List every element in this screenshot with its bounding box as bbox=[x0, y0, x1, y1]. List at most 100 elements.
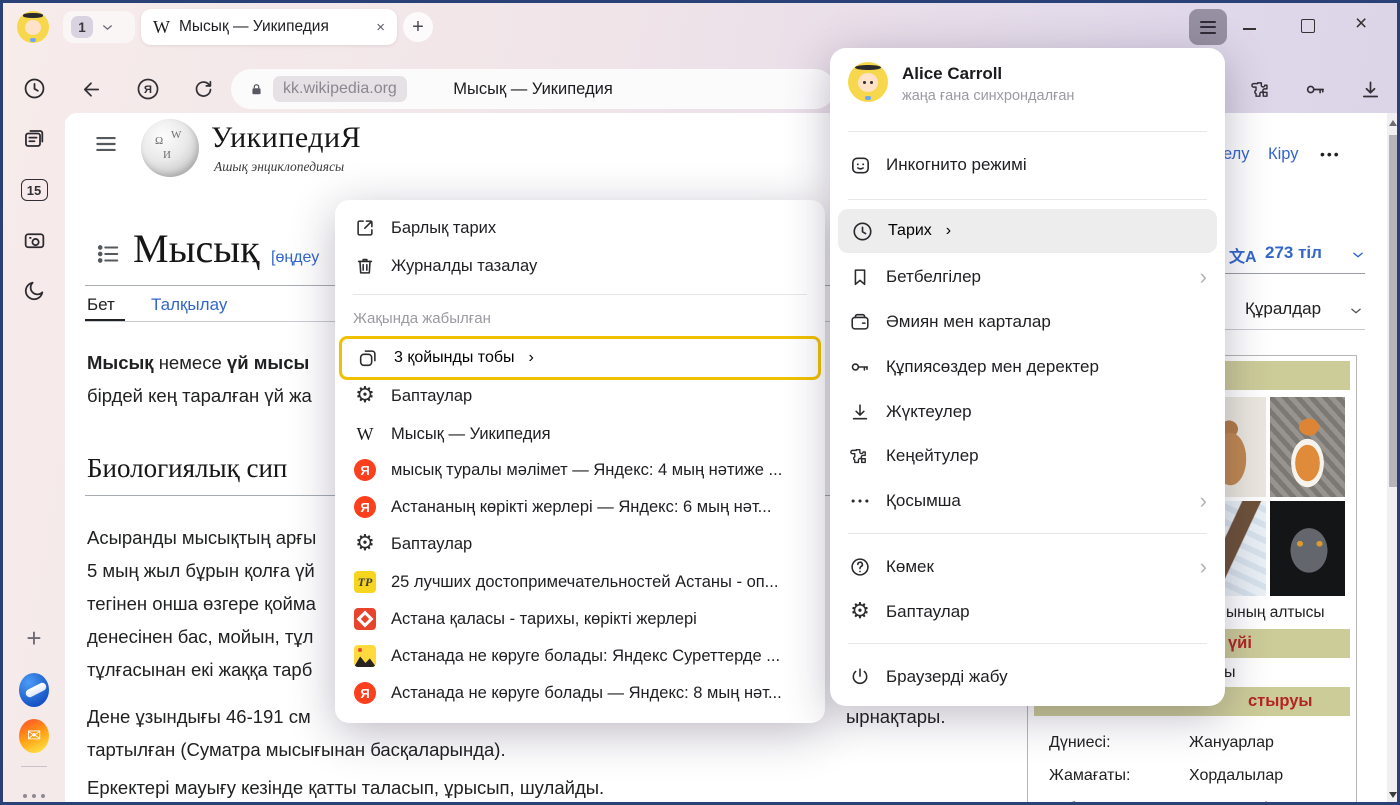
window-maximize-button[interactable] bbox=[1301, 19, 1315, 33]
yandex-search-icon: Я bbox=[353, 458, 377, 482]
history-item[interactable]: ТР 25 лучших достопримечательностей Аста… bbox=[335, 563, 825, 601]
new-tab-button[interactable]: + bbox=[403, 12, 433, 42]
wiki-menu-icon[interactable] bbox=[93, 131, 119, 162]
tools-dropdown[interactable]: Құралдар bbox=[1245, 299, 1321, 319]
extensions-icon[interactable] bbox=[1249, 77, 1273, 101]
infobox-row-value[interactable]: Сүткоректілер bbox=[1189, 800, 1295, 805]
history-item[interactable]: ⚙ Баптаулар bbox=[335, 525, 825, 563]
history-item[interactable]: W Мысық — Уикипедия bbox=[335, 415, 825, 453]
paragraph-line: 5 мың жыл бұрын қолға үй bbox=[87, 554, 315, 587]
address-bar[interactable]: kk.wikipedia.org Мысық — Уикипедия bbox=[231, 69, 835, 109]
calendar-15-icon[interactable]: 15 bbox=[19, 175, 49, 205]
tab-page[interactable]: Бет bbox=[87, 295, 115, 315]
tools-rule bbox=[1223, 329, 1365, 330]
chevron-down-icon[interactable] bbox=[1349, 304, 1363, 318]
browser-menu-button[interactable] bbox=[1189, 9, 1227, 45]
menu-item-clear-history[interactable]: Журналды тазалау bbox=[335, 247, 825, 285]
scrollbar-down-arrow[interactable] bbox=[1389, 792, 1397, 798]
wikipedia-w-icon: W bbox=[153, 17, 170, 38]
edit-link[interactable]: [өңдеу bbox=[271, 249, 319, 267]
menu-item-incognito[interactable]: Инкогнито режимі bbox=[830, 143, 1225, 187]
sidebar-more-dots[interactable] bbox=[19, 781, 49, 805]
trash-icon bbox=[353, 254, 377, 278]
tab-group-pill[interactable]: 1 bbox=[63, 11, 135, 43]
yandex-images-icon bbox=[353, 644, 377, 668]
wiki-logo-subtitle: Ашық энциклопедиясы bbox=[214, 159, 344, 175]
scrollbar-thumb[interactable] bbox=[1389, 135, 1399, 487]
menu-item-wallet[interactable]: Әмиян мен карталар bbox=[830, 300, 1225, 344]
profile-name[interactable]: Alice Carroll bbox=[902, 64, 1002, 84]
menu-item-close-browser[interactable]: Браузерді жабу bbox=[830, 655, 1225, 699]
gear-icon: ⚙ bbox=[848, 600, 872, 624]
menu-item-downloads[interactable]: Жүктеулер bbox=[830, 390, 1225, 434]
page-scrollbar[interactable] bbox=[1387, 113, 1400, 805]
gear-icon: ⚙ bbox=[353, 384, 377, 408]
reload-button[interactable] bbox=[191, 77, 215, 101]
tab-talk[interactable]: Талқылау bbox=[151, 295, 227, 315]
infobox-header-fragment: стыруы bbox=[1248, 692, 1312, 711]
help-icon bbox=[848, 555, 872, 579]
menu-divider bbox=[848, 643, 1207, 644]
downloads-icon bbox=[848, 400, 872, 424]
screenshot-camera-icon[interactable] bbox=[19, 225, 49, 255]
feed-notes-icon[interactable] bbox=[19, 123, 49, 153]
red-white-cat-photo bbox=[1270, 397, 1345, 497]
contents-list-icon[interactable] bbox=[95, 241, 121, 272]
paragraph-line: Асыранды мысықтың арғы bbox=[87, 521, 316, 554]
dark-mode-moon-icon[interactable] bbox=[19, 275, 49, 305]
wiki-login-link[interactable]: Кіру bbox=[1268, 145, 1299, 164]
sidebar-add-button[interactable]: + bbox=[19, 623, 49, 653]
language-icon[interactable]: 文A bbox=[1229, 243, 1257, 267]
menu-item-help[interactable]: Көмек › bbox=[830, 545, 1225, 589]
history-item[interactable]: Я Астананың көрікті жерлері — Яндекс: 6 … bbox=[335, 488, 825, 526]
menu-item-tab-group-highlighted[interactable]: 3 қойынды тобы › bbox=[339, 336, 821, 380]
window-minimize-button[interactable] bbox=[1243, 28, 1256, 30]
yandex-mail-logo[interactable]: ✉ bbox=[19, 721, 49, 751]
tab-group-count: 1 bbox=[71, 16, 93, 38]
history-item[interactable]: Астана қаласы - тарихы, көрікті жерлері bbox=[335, 600, 825, 638]
infobox-row-value[interactable]: Жануарлар bbox=[1189, 734, 1274, 752]
yandex-search-button[interactable]: Я bbox=[135, 76, 161, 102]
menu-item-all-history[interactable]: Барлық тарих bbox=[335, 209, 825, 247]
svg-text:Я: Я bbox=[144, 84, 152, 96]
wiki-more-dots[interactable]: ••• bbox=[1320, 146, 1341, 162]
incognito-icon bbox=[848, 153, 872, 177]
history-clock-icon[interactable] bbox=[19, 73, 49, 103]
profile-avatar[interactable] bbox=[17, 11, 49, 43]
infobox-row-value[interactable]: Хордалылар bbox=[1189, 767, 1283, 785]
menu-item-more[interactable]: Қосымша › bbox=[830, 479, 1225, 523]
history-item[interactable]: Астанада не көруге болады: Яндекс Суретт… bbox=[335, 637, 825, 675]
menu-item-settings[interactable]: ⚙ Баптаулар bbox=[830, 590, 1225, 634]
wikipedia-globe-logo[interactable]: ΩWИ bbox=[141, 119, 199, 177]
gear-icon: ⚙ bbox=[353, 532, 377, 556]
history-item[interactable]: Я Астанада не көруге болады — Яндекс: 8 … bbox=[335, 674, 825, 712]
chevron-down-icon[interactable] bbox=[1351, 248, 1365, 262]
paragraph-line: бірдей кең таралған үй жа bbox=[87, 379, 312, 412]
wiki-logo-title[interactable]: УикипедиЯ bbox=[211, 121, 361, 155]
passwords-key-icon[interactable] bbox=[1303, 77, 1327, 101]
url-chip[interactable]: kk.wikipedia.org bbox=[273, 76, 407, 102]
article-title: Мысық bbox=[133, 225, 260, 272]
history-item[interactable]: Я мысық туралы мәлімет — Яндекс: 4 мың н… bbox=[335, 451, 825, 489]
back-button[interactable] bbox=[79, 77, 103, 101]
menu-item-bookmarks[interactable]: Бетбелгілер › bbox=[830, 255, 1225, 299]
window-close-button[interactable]: × bbox=[1355, 12, 1367, 36]
menu-item-extensions[interactable]: Кеңейтулер bbox=[830, 434, 1225, 478]
menu-item-passwords[interactable]: Құпиясөздер мен деректер bbox=[830, 345, 1225, 389]
menu-item-settings[interactable]: ⚙ Баптаулар bbox=[335, 377, 825, 415]
menu-divider bbox=[353, 294, 807, 295]
wiki-signup-link[interactable]: елу bbox=[1223, 145, 1250, 164]
scrollbar-up-arrow[interactable] bbox=[1389, 120, 1397, 126]
infobox-row-label: Жамағаты: bbox=[1049, 767, 1130, 785]
downloads-icon[interactable] bbox=[1358, 77, 1382, 101]
active-tab[interactable]: W Мысық — Уикипедия × bbox=[141, 9, 397, 45]
paragraph-line: тұлғасынан екі жаққа тарб bbox=[87, 653, 312, 686]
paragraph-line: Дене ұзындығы 46-191 см bbox=[87, 700, 311, 733]
yandex-browser-logo[interactable] bbox=[19, 675, 49, 705]
extensions-icon bbox=[848, 444, 872, 468]
menu-item-history-active[interactable]: Тарих › bbox=[838, 209, 1217, 253]
tab-close-icon[interactable]: × bbox=[376, 19, 385, 36]
profile-avatar[interactable] bbox=[848, 62, 888, 102]
recently-closed-label: Жақында жабылған bbox=[353, 310, 491, 327]
language-count[interactable]: 273 тіл bbox=[1265, 243, 1322, 263]
